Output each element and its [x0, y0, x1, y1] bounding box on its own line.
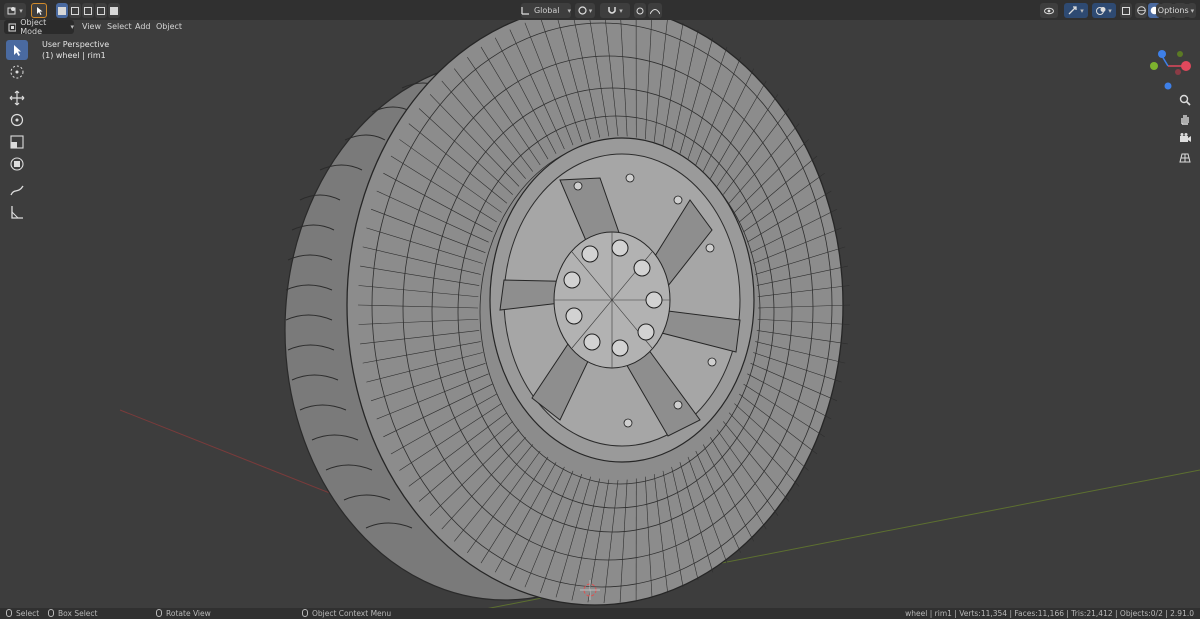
- mouse-middle-icon: [156, 609, 162, 617]
- options-label: Options: [1157, 6, 1189, 15]
- tool-header: ▾ Global ▾ ▾ ▾ ▾ ▾: [0, 0, 1200, 20]
- eye-icon: [1044, 7, 1054, 14]
- status-context-menu-hint: Object Context Menu: [302, 608, 391, 619]
- z-axis-icon: [1158, 50, 1166, 58]
- camera-view-button[interactable]: [1177, 130, 1193, 146]
- mouse-left-icon: [6, 609, 12, 617]
- globe-axes-icon: [521, 7, 529, 15]
- proportional-editing-button[interactable]: [634, 3, 646, 18]
- cursor-arrow-icon: [14, 45, 21, 56]
- subtract-selection-icon: [84, 6, 92, 15]
- scale-tool-button[interactable]: [6, 132, 28, 152]
- select-new-button[interactable]: [56, 3, 68, 18]
- falloff-curve-icon: [650, 8, 660, 14]
- 3d-cursor-tool-icon: [10, 65, 24, 79]
- ortho-toggle-button[interactable]: [1177, 149, 1193, 165]
- y-axis-icon: [1150, 62, 1158, 70]
- cursor-arrow-icon: [37, 7, 43, 15]
- grid-icon: [1179, 153, 1191, 163]
- gizmo-arrows-icon: [1068, 6, 1077, 15]
- falloff-dropdown[interactable]: [648, 3, 662, 18]
- select-invert-button[interactable]: [95, 3, 107, 18]
- shading-wireframe-button[interactable]: [1135, 3, 1147, 18]
- pivot-point-dropdown[interactable]: ▾: [575, 3, 595, 18]
- object-mode-icon: [8, 23, 17, 31]
- scale-icon: [10, 135, 24, 149]
- menu-object[interactable]: Object: [152, 20, 186, 34]
- xray-toggle-button[interactable]: [1120, 3, 1132, 18]
- overlay-circles-icon: [1096, 7, 1106, 15]
- 3d-viewport[interactable]: User Perspective (1) wheel | rim1: [0, 4, 1200, 613]
- left-toolbar: [5, 40, 29, 224]
- object-visibility-dropdown[interactable]: [1040, 3, 1058, 18]
- 3d-view-icon: [7, 7, 16, 15]
- select-extend-button[interactable]: [69, 3, 81, 18]
- view-perspective-label: User Perspective: [42, 40, 110, 49]
- active-object-label: (1) wheel | rim1: [42, 51, 106, 60]
- select-subtract-button[interactable]: [82, 3, 94, 18]
- zoom-button[interactable]: [1177, 92, 1193, 108]
- transform-orientation-value: Global: [533, 6, 560, 15]
- extend-selection-icon: [71, 6, 79, 15]
- chevron-down-icon: ▾: [1190, 6, 1195, 15]
- measure-tool-button[interactable]: [6, 202, 28, 222]
- magnifier-icon: [1179, 94, 1191, 106]
- magnet-icon: [608, 7, 616, 14]
- transform-orientation-dropdown[interactable]: Global ▾: [521, 3, 571, 18]
- invert-selection-icon: [97, 6, 105, 15]
- pan-button[interactable]: [1177, 111, 1193, 127]
- cursor-tool-button[interactable]: [6, 62, 28, 82]
- pencil-icon: [10, 185, 24, 196]
- status-rotate-view-hint: Rotate View: [156, 608, 211, 619]
- annotate-tool-button[interactable]: [6, 180, 28, 200]
- move-tool-button[interactable]: [6, 88, 28, 108]
- xray-icon: [1122, 6, 1130, 15]
- editor-type-button[interactable]: ▾: [4, 3, 26, 18]
- select-intersect-button[interactable]: [108, 3, 120, 18]
- neg-z-axis-icon: [1164, 82, 1172, 90]
- wireframe-sphere-icon: [1136, 6, 1146, 15]
- camera-icon: [1180, 133, 1191, 142]
- mouse-right-icon: [302, 609, 308, 617]
- interaction-mode-dropdown[interactable]: Object Mode ▾: [4, 18, 74, 36]
- options-button[interactable]: Options ▾: [1156, 4, 1196, 17]
- intersect-selection-icon: [110, 6, 118, 15]
- proportional-edit-icon: [636, 7, 644, 14]
- status-box-select-hint: Box Select: [48, 608, 97, 619]
- scene-statistics: wheel | rim1 | Verts:11,354 | Faces:11,1…: [905, 609, 1194, 618]
- status-select-hint: Select: [6, 608, 39, 619]
- move-arrows-icon: [9, 90, 25, 106]
- rotate-tool-button[interactable]: [6, 110, 28, 130]
- chevron-down-icon: ▾: [70, 23, 74, 31]
- menu-view[interactable]: View: [78, 20, 105, 34]
- transform-tool-button[interactable]: [6, 154, 28, 174]
- menu-add[interactable]: Add: [131, 20, 155, 34]
- ruler-icon: [11, 206, 23, 219]
- select-tool-button[interactable]: [6, 40, 28, 60]
- select-mode-tweak-button[interactable]: [31, 3, 47, 18]
- transform-icon: [10, 157, 24, 171]
- interaction-mode-value: Object Mode: [20, 18, 47, 36]
- snap-dropdown[interactable]: ▾: [600, 3, 630, 18]
- overlays-toggle-button[interactable]: ▾: [1092, 3, 1116, 18]
- rotate-icon: [10, 113, 24, 127]
- wheel-mesh-scene[interactable]: [0, 0, 1200, 619]
- navigation-gizmo[interactable]: [1140, 44, 1200, 94]
- x-axis-icon: [1181, 61, 1191, 71]
- hand-icon: [1181, 115, 1189, 125]
- pivot-icon: [578, 6, 587, 15]
- gizmo-toggle-button[interactable]: ▾: [1064, 3, 1088, 18]
- mouse-left-drag-icon: [48, 609, 54, 617]
- new-selection-icon: [58, 6, 66, 15]
- status-bar: Select Box Select Rotate View Object Con…: [0, 608, 1200, 619]
